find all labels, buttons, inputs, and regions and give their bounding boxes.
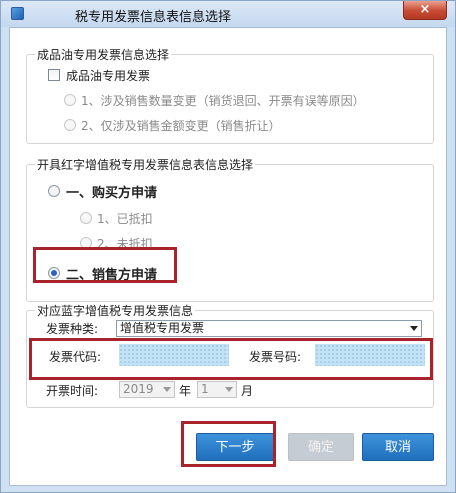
app-icon: [11, 7, 24, 20]
invoice-fields-highlight-box: [29, 338, 433, 380]
close-icon: ×: [419, 2, 431, 17]
year-unit-label: 年: [179, 384, 192, 398]
month-select[interactable]: 1: [197, 381, 237, 398]
oil-option-1-radio[interactable]: [64, 94, 76, 106]
cancel-button[interactable]: 取消: [362, 433, 434, 461]
next-step-highlight-box: [181, 421, 276, 467]
dialog-window: 税专用发票信息表信息选择 × 成品油专用发票信息选择 成品油专用发票 1、涉及销…: [0, 0, 456, 493]
invoice-type-value: 增值税专用发票: [120, 321, 205, 335]
buyer-apply-label: 一、购买方申请: [66, 186, 158, 201]
window-title: 税专用发票信息表信息选择: [75, 10, 232, 25]
ok-button[interactable]: 确定: [288, 433, 354, 461]
invoice-type-label: 发票种类:: [46, 322, 99, 336]
chevron-down-icon: [225, 387, 233, 392]
oil-invoice-checkbox-label: 成品油专用发票: [66, 69, 151, 83]
year-value: 2019: [123, 382, 154, 396]
oil-invoice-checkbox[interactable]: [48, 69, 60, 81]
year-select[interactable]: 2019: [119, 381, 175, 398]
invoice-time-label: 开票时间:: [46, 384, 99, 398]
chevron-down-icon: [163, 387, 171, 392]
deducted-label: 1、已抵扣: [97, 212, 153, 226]
oil-option-1-label: 1、涉及销售数量变更（销货退回、开票有误等原因）: [81, 94, 365, 108]
invoice-type-select[interactable]: 增值税专用发票: [116, 320, 422, 337]
deducted-radio[interactable]: [80, 212, 92, 224]
month-unit-label: 月: [241, 384, 254, 398]
blue-group-title: 对应蓝字增值税专用发票信息: [35, 302, 196, 319]
oil-option-2-label: 2、仅涉及销售金额变更（销售折让）: [81, 119, 281, 133]
buyer-apply-radio[interactable]: [48, 185, 60, 197]
seller-highlight-box: [33, 247, 177, 283]
month-value: 1: [201, 382, 209, 396]
oil-group-title: 成品油专用发票信息选择: [35, 46, 172, 63]
chevron-down-icon: [410, 326, 418, 331]
oil-invoice-group: 成品油专用发票信息选择 成品油专用发票 1、涉及销售数量变更（销货退回、开票有误…: [26, 46, 434, 144]
red-group-title: 开具红字增值税专用发票信息表信息选择: [35, 156, 256, 173]
oil-option-2-radio[interactable]: [64, 119, 76, 131]
close-button[interactable]: ×: [403, 1, 447, 20]
title-bar[interactable]: 税专用发票信息表信息选择 ×: [1, 1, 455, 27]
